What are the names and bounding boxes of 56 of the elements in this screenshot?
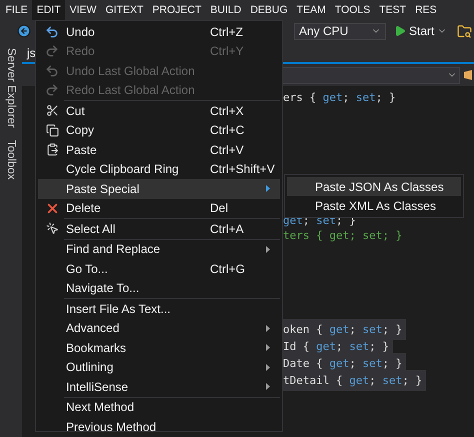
menu-title[interactable]: TEAM bbox=[292, 0, 330, 20]
menu-item[interactable]: Find and Replace bbox=[38, 240, 280, 259]
menu-item[interactable]: Go To... Ctrl+G bbox=[38, 259, 280, 278]
menu-item[interactable]: Undo Ctrl+Z bbox=[38, 22, 280, 42]
menu-title[interactable]: PROJECT bbox=[148, 0, 206, 20]
undo-icon bbox=[45, 24, 59, 39]
menu-title[interactable]: TEST bbox=[374, 0, 411, 20]
menu-item[interactable]: Advanced bbox=[38, 318, 280, 338]
play-icon bbox=[394, 25, 406, 37]
submenu-arrow-icon bbox=[266, 383, 270, 390]
back-icon[interactable] bbox=[17, 24, 31, 38]
start-button[interactable]: Start bbox=[392, 24, 450, 38]
menu-title[interactable]: EDIT bbox=[32, 0, 66, 20]
menu-title[interactable]: TOOLS bbox=[330, 0, 375, 20]
menu-item[interactable]: Paste JSON As Classes bbox=[287, 177, 461, 196]
menu-item[interactable]: Copy Ctrl+C bbox=[38, 120, 280, 140]
side-tab[interactable]: Server Explorer bbox=[5, 46, 17, 130]
side-tab[interactable]: Toolbox bbox=[5, 138, 17, 182]
submenu-arrow-icon bbox=[266, 185, 270, 192]
submenu-arrow-icon bbox=[266, 246, 270, 253]
member-icon bbox=[464, 70, 472, 80]
menu-item[interactable]: Cycle Clipboard Ring Ctrl+Shift+V bbox=[38, 160, 280, 179]
menu-item[interactable]: Bookmarks bbox=[38, 338, 280, 358]
menu-title[interactable]: GITEXT bbox=[100, 0, 148, 20]
folder-icon[interactable] bbox=[457, 24, 472, 38]
redo-icon bbox=[45, 44, 59, 58]
redo-icon bbox=[45, 83, 59, 98]
menu-item[interactable]: IntelliSense bbox=[38, 377, 280, 396]
menu-item[interactable]: Select All Ctrl+A bbox=[38, 219, 280, 238]
menu-item[interactable]: Navigate To... bbox=[38, 278, 280, 298]
menu-item[interactable]: Cut Ctrl+X bbox=[38, 101, 280, 120]
pointer-icon bbox=[46, 222, 58, 236]
document-tab[interactable]: js bbox=[24, 46, 39, 62]
menu-title[interactable]: BUILD bbox=[206, 0, 246, 20]
copy-icon bbox=[46, 124, 58, 137]
submenu-arrow-icon bbox=[266, 344, 270, 352]
scissors-icon bbox=[46, 104, 58, 118]
menu-item[interactable]: Insert File As Text... bbox=[38, 299, 280, 318]
menu-title[interactable]: VIEW bbox=[65, 0, 101, 20]
paste-icon bbox=[46, 143, 58, 156]
code-line: ers { get; set; } bbox=[283, 90, 396, 105]
menu-item[interactable]: Paste Special bbox=[38, 179, 280, 198]
menu-item[interactable]: Paste Ctrl+V bbox=[38, 140, 280, 160]
menu-title[interactable]: DEBUG bbox=[246, 0, 292, 20]
menu-item[interactable]: Outlining bbox=[38, 358, 280, 377]
submenu-arrow-icon bbox=[266, 364, 270, 371]
menu-item[interactable]: Paste XML As Classes bbox=[287, 196, 461, 215]
menu-title[interactable]: FILE bbox=[1, 0, 32, 20]
undo-icon bbox=[45, 64, 59, 78]
menu-title[interactable]: RES bbox=[410, 0, 442, 20]
menu-item[interactable]: Next Method bbox=[38, 398, 280, 417]
menu-item[interactable]: Previous Method bbox=[38, 417, 280, 436]
code-line: ters { get; set; } bbox=[283, 228, 402, 243]
submenu-arrow-icon bbox=[266, 324, 270, 332]
platform-dropdown[interactable]: Any CPU bbox=[294, 22, 386, 40]
menu-item[interactable]: Delete Del bbox=[38, 198, 280, 218]
